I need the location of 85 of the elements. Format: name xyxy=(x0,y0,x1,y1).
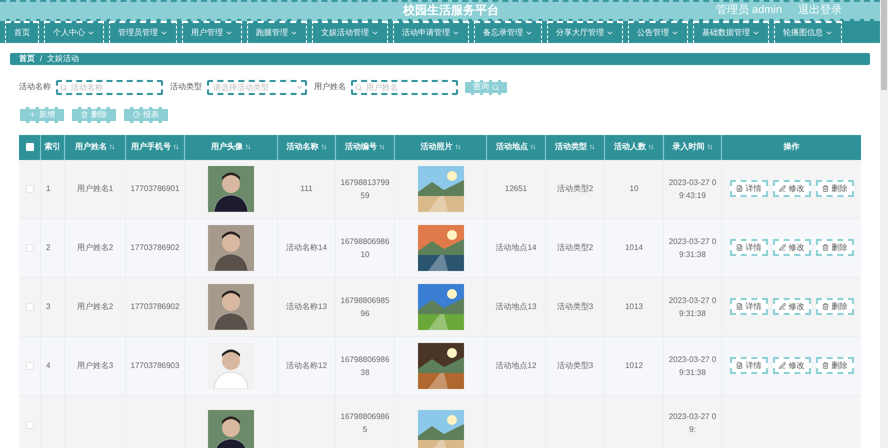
table-cell-text: 17703786901 xyxy=(130,183,180,195)
table-cell-text: 用户姓名1 xyxy=(76,183,114,195)
nav-tab[interactable]: 跑腿管理 xyxy=(247,20,307,42)
nav-tab[interactable]: 首页 xyxy=(5,20,39,42)
edit-button[interactable]: 修改 xyxy=(772,357,810,374)
column-header[interactable]: 活动类型 xyxy=(555,141,587,153)
detail-button[interactable]: 详情 xyxy=(730,298,768,315)
column-header[interactable]: 活动编号 xyxy=(345,141,377,153)
table-cell-text: 活动名称12 xyxy=(286,360,327,372)
column-header: 操作 xyxy=(784,141,800,153)
table-cell-text: 1679880698638 xyxy=(340,354,390,378)
breadcrumb-item[interactable]: 文娱活动 xyxy=(47,52,80,64)
table-cell-text: 1012 xyxy=(625,360,643,372)
table-cell-text: 用户姓名2 xyxy=(76,242,114,254)
nav-tab[interactable]: 管理员管理 xyxy=(109,20,177,42)
table-cell-text: 活动地点13 xyxy=(496,301,536,313)
table-cell-text: 111 xyxy=(300,183,313,195)
detail-button[interactable]: 详情 xyxy=(730,357,768,374)
table-cell-text: 4 xyxy=(46,360,50,372)
table-cell-text: 1014 xyxy=(625,242,643,254)
nav-tab[interactable]: 公告管理 xyxy=(628,20,688,42)
delete-button[interactable]: 删除 xyxy=(816,239,854,256)
column-header[interactable]: 用户手机号 xyxy=(131,141,171,153)
nav-tab[interactable]: 个人中心 xyxy=(44,20,104,42)
table-cell-text: 12651 xyxy=(504,183,528,195)
delete-button[interactable]: 删除 xyxy=(816,357,854,374)
table-cell-text: 2023-03-27 09:31:38 xyxy=(668,294,718,320)
table-cell-text: 2023-03-27 09:31:38 xyxy=(668,354,718,378)
filter-label: 用户姓名 xyxy=(314,81,346,93)
column-header: 索引 xyxy=(44,141,60,153)
filter-label: 活动类型 xyxy=(170,81,202,93)
delete-button[interactable]: 删除 xyxy=(816,180,854,197)
nav-tab[interactable]: 轮播图信息 xyxy=(774,20,842,42)
table-cell-text: 用户姓名2 xyxy=(76,301,114,313)
table-cell-text: 3 xyxy=(46,301,50,313)
column-header[interactable]: 用户头像 xyxy=(211,141,243,153)
table-cell-text: 活动类型3 xyxy=(556,360,594,372)
table-cell-text: 2023-03-27 09: xyxy=(668,410,718,436)
nav-tab[interactable]: 用户管理 xyxy=(182,20,242,42)
nav-tab[interactable]: 备忘录管理 xyxy=(474,20,542,42)
table-cell-text: 1 xyxy=(46,183,50,195)
table-cell-text: 1013 xyxy=(625,301,643,313)
detail-button[interactable]: 详情 xyxy=(730,239,768,256)
column-header[interactable]: 录入时间 xyxy=(672,141,704,153)
table-cell-text: 2 xyxy=(46,242,50,254)
column-header[interactable]: 活动地点 xyxy=(496,141,528,153)
nav-tab[interactable]: 分享大厅管理 xyxy=(547,20,623,42)
table-cell-text: 1679880698596 xyxy=(340,294,390,320)
table-cell-text: 活动类型3 xyxy=(556,301,594,313)
nav-tab[interactable]: 文娱活动管理 xyxy=(312,20,388,42)
table-cell-text: 17703786902 xyxy=(130,301,180,313)
table-cell-text: 活动名称14 xyxy=(286,242,327,254)
nav-tab[interactable]: 基础数据管理 xyxy=(693,20,769,42)
table-cell-text: 活动地点12 xyxy=(496,360,536,372)
table-cell-text: 活动名称13 xyxy=(286,301,327,313)
table-cell-text: 1679881379959 xyxy=(340,176,390,202)
detail-button[interactable]: 详情 xyxy=(730,180,768,197)
admin-label: 管理员 admin xyxy=(716,3,782,18)
table-cell-text: 2023-03-27 09:43:19 xyxy=(668,176,718,202)
table-cell-text: 2023-03-27 09:31:38 xyxy=(668,236,718,260)
delete-button[interactable]: 删除 xyxy=(816,298,854,315)
table-cell-text: 10 xyxy=(630,183,638,195)
nav-tab[interactable]: 活动申请管理 xyxy=(393,20,469,42)
search-field[interactable]: 活动名称 xyxy=(56,80,163,94)
table-cell-text: 活动地点14 xyxy=(496,242,536,254)
column-header[interactable]: 活动照片 xyxy=(420,141,452,153)
table-cell-text: 17703786902 xyxy=(130,242,180,254)
edit-button[interactable]: 修改 xyxy=(772,239,810,256)
table-cell-text: 17703786903 xyxy=(130,360,180,372)
table-cell-text: 1679880698610 xyxy=(340,236,390,260)
table-cell-text: 167988069865 xyxy=(340,410,390,436)
edit-button[interactable]: 修改 xyxy=(772,298,810,315)
table-cell-text: 活动类型2 xyxy=(556,242,594,254)
breadcrumb-item[interactable]: 首页 xyxy=(19,52,35,64)
column-header[interactable]: 用户姓名 xyxy=(75,141,107,153)
edit-button[interactable]: 修改 xyxy=(772,180,810,197)
column-header[interactable]: 活动名称 xyxy=(286,141,318,153)
table-cell-text: 用户姓名3 xyxy=(76,360,114,372)
search-field[interactable]: 用户姓名 xyxy=(351,80,458,94)
column-header[interactable]: 活动人数 xyxy=(614,141,646,153)
filter-label: 活动名称 xyxy=(19,81,51,93)
breadcrumb-separator: / xyxy=(40,52,42,64)
select-field[interactable]: 请选择活动类型 xyxy=(207,80,307,94)
site-title: 校园生活服务平台 xyxy=(403,2,499,20)
table-cell-text: 活动类型2 xyxy=(556,183,594,195)
